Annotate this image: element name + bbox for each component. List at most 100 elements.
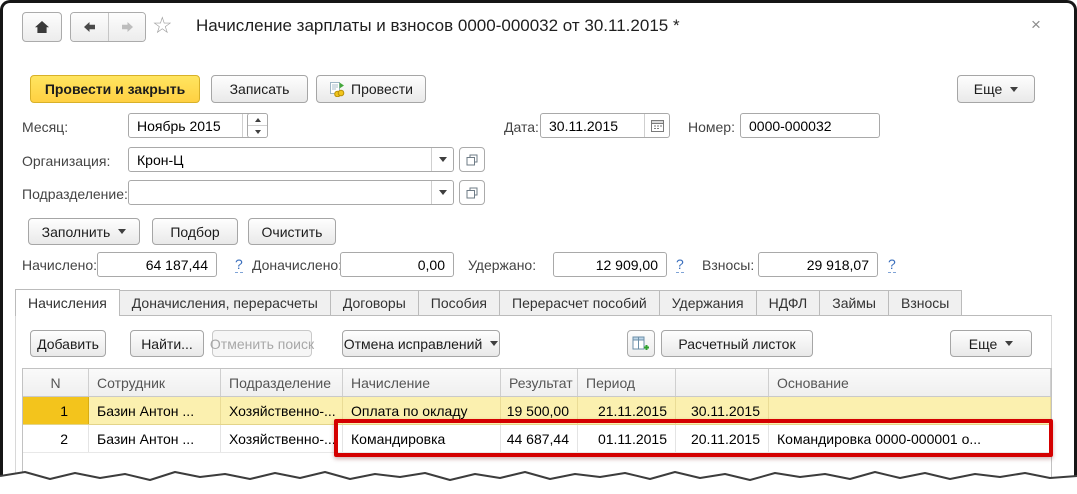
contributions-help-link[interactable]: ? bbox=[888, 256, 896, 273]
tab-posobiya[interactable]: Пособия bbox=[417, 290, 501, 316]
tab-ndfl[interactable]: НДФЛ bbox=[755, 290, 821, 316]
cancel-corrections-button[interactable]: Отмена исправлений bbox=[342, 330, 500, 357]
table-row[interactable]: 2 Базин Антон ... Хозяйственно-... Коман… bbox=[23, 425, 1051, 453]
accrued-input[interactable]: 64 187,44 bbox=[97, 252, 217, 277]
cancel-search-button[interactable]: Отменить поиск bbox=[209, 330, 315, 357]
additional-label: Доначислено: bbox=[252, 257, 343, 273]
chevron-down-icon bbox=[1005, 341, 1014, 346]
favorite-star-icon[interactable]: ☆ bbox=[152, 14, 173, 37]
table-row[interactable]: 1 Базин Антон ... Хозяйственно-... Оплат… bbox=[23, 397, 1051, 425]
tab-vznosy[interactable]: Взносы bbox=[887, 290, 963, 316]
tab-donachisleniya[interactable]: Доначисления, перерасчеты bbox=[118, 290, 331, 316]
tab-dogovory[interactable]: Договоры bbox=[329, 290, 419, 316]
nav-buttons bbox=[70, 12, 146, 42]
department-value[interactable] bbox=[129, 181, 431, 204]
number-input[interactable]: 0000-000032 bbox=[740, 113, 880, 138]
payslip-button[interactable]: Расчетный листок bbox=[661, 330, 813, 357]
tab-uderzhaniya[interactable]: Удержания bbox=[658, 290, 757, 316]
organization-label: Организация: bbox=[22, 153, 111, 169]
date-calendar-button[interactable] bbox=[644, 114, 669, 137]
tab-zaymy[interactable]: Займы bbox=[819, 290, 889, 316]
home-button[interactable] bbox=[22, 12, 62, 42]
organization-open-button[interactable] bbox=[459, 147, 485, 172]
withheld-input[interactable]: 12 909,00 bbox=[553, 252, 667, 277]
fill-label: Заполнить bbox=[41, 223, 111, 240]
cell-n[interactable]: 1 bbox=[23, 397, 89, 424]
payslip-label: Расчетный листок bbox=[678, 335, 796, 352]
add-column-button[interactable] bbox=[627, 330, 655, 357]
post-and-close-label: Провести и закрыть bbox=[44, 81, 186, 97]
chevron-down-icon bbox=[1010, 86, 1019, 92]
organization-value[interactable]: Крон-Ц bbox=[129, 148, 431, 171]
withheld-help-link[interactable]: ? bbox=[676, 256, 684, 273]
col-header-empty[interactable] bbox=[676, 369, 769, 396]
more-button-grid[interactable]: Еще bbox=[950, 330, 1032, 357]
spin-down-icon bbox=[254, 129, 261, 134]
pick-label: Подбор bbox=[170, 223, 220, 240]
cell-result[interactable]: 19 500,00 bbox=[501, 397, 578, 424]
contributions-input[interactable]: 29 918,07 bbox=[758, 252, 878, 277]
table-header-row: N Сотрудник Подразделение Начисление Рез… bbox=[23, 369, 1051, 397]
col-header-department[interactable]: Подразделение bbox=[221, 369, 343, 396]
accrued-label: Начислено: bbox=[22, 257, 98, 273]
cell-basis[interactable] bbox=[769, 397, 1051, 424]
cell-department[interactable]: Хозяйственно-... bbox=[221, 397, 343, 424]
col-header-employee[interactable]: Сотрудник bbox=[89, 369, 221, 396]
col-header-result[interactable]: Результат bbox=[501, 369, 578, 396]
spin-down-button[interactable] bbox=[248, 125, 267, 137]
cancel-search-label: Отменить поиск bbox=[209, 335, 315, 352]
col-header-n[interactable]: N bbox=[23, 369, 89, 396]
cell-employee[interactable]: Базин Антон ... bbox=[89, 397, 221, 424]
cell-period-end[interactable]: 30.11.2015 bbox=[676, 397, 769, 424]
date-field[interactable]: 30.11.2015 bbox=[540, 113, 670, 138]
number-label: Номер: bbox=[688, 119, 735, 135]
cell-basis[interactable]: Командировка 0000-000001 о... bbox=[769, 425, 1051, 452]
col-header-accrual[interactable]: Начисление bbox=[343, 369, 501, 396]
pick-button[interactable]: Подбор bbox=[152, 218, 238, 245]
forward-button[interactable] bbox=[108, 13, 145, 41]
cell-accrual[interactable]: Командировка bbox=[343, 425, 501, 452]
department-open-button[interactable] bbox=[459, 180, 485, 205]
add-row-button[interactable]: Добавить bbox=[30, 330, 106, 357]
col-header-period[interactable]: Период bbox=[578, 369, 676, 396]
department-label: Подразделение: bbox=[22, 186, 128, 202]
back-icon bbox=[84, 22, 95, 32]
month-label: Месяц: bbox=[22, 119, 69, 135]
forward-icon bbox=[121, 22, 133, 32]
cell-department[interactable]: Хозяйственно-... bbox=[221, 425, 343, 452]
tab-bar: Начисления Доначисления, перерасчеты Дог… bbox=[15, 289, 963, 316]
department-combo[interactable] bbox=[128, 180, 454, 205]
date-value[interactable]: 30.11.2015 bbox=[541, 114, 644, 137]
open-form-icon bbox=[466, 154, 478, 165]
department-dropdown-button[interactable] bbox=[431, 181, 453, 204]
tab-pereraschet-posobiy[interactable]: Перерасчет пособий bbox=[499, 290, 660, 316]
tab-nachisleniya[interactable]: Начисления bbox=[15, 289, 120, 316]
fill-button[interactable]: Заполнить bbox=[28, 218, 140, 245]
clear-button[interactable]: Очистить bbox=[248, 218, 336, 245]
cell-period-start[interactable]: 01.11.2015 bbox=[578, 425, 676, 452]
post-button[interactable]: Провести bbox=[316, 75, 426, 103]
additional-input[interactable]: 0,00 bbox=[340, 252, 454, 277]
cell-period-end[interactable]: 20.11.2015 bbox=[676, 425, 769, 452]
date-label: Дата: bbox=[504, 119, 539, 135]
post-and-close-button[interactable]: Провести и закрыть bbox=[30, 75, 200, 103]
cell-accrual[interactable]: Оплата по окладу bbox=[343, 397, 501, 424]
find-button[interactable]: Найти... bbox=[130, 330, 204, 357]
cell-period-start[interactable]: 21.11.2015 bbox=[578, 397, 676, 424]
open-form-icon bbox=[466, 187, 478, 198]
cell-n[interactable]: 2 bbox=[23, 425, 89, 452]
back-button[interactable] bbox=[71, 13, 108, 41]
more-button-top[interactable]: Еще bbox=[957, 75, 1035, 103]
cell-result[interactable]: 44 687,44 bbox=[501, 425, 578, 452]
spin-up-button[interactable] bbox=[248, 114, 267, 125]
close-button[interactable]: × bbox=[1031, 16, 1041, 33]
chevron-down-icon bbox=[438, 157, 447, 162]
save-button[interactable]: Записать bbox=[211, 75, 308, 103]
col-header-basis[interactable]: Основание bbox=[769, 369, 1051, 396]
cell-employee[interactable]: Базин Антон ... bbox=[89, 425, 221, 452]
date-calendar-icon bbox=[650, 120, 664, 132]
organization-dropdown-button[interactable] bbox=[431, 148, 453, 171]
accrued-help-link[interactable]: ? bbox=[235, 256, 243, 273]
organization-combo[interactable]: Крон-Ц bbox=[128, 147, 454, 172]
month-value[interactable]: Ноябрь 2015 bbox=[129, 114, 242, 137]
